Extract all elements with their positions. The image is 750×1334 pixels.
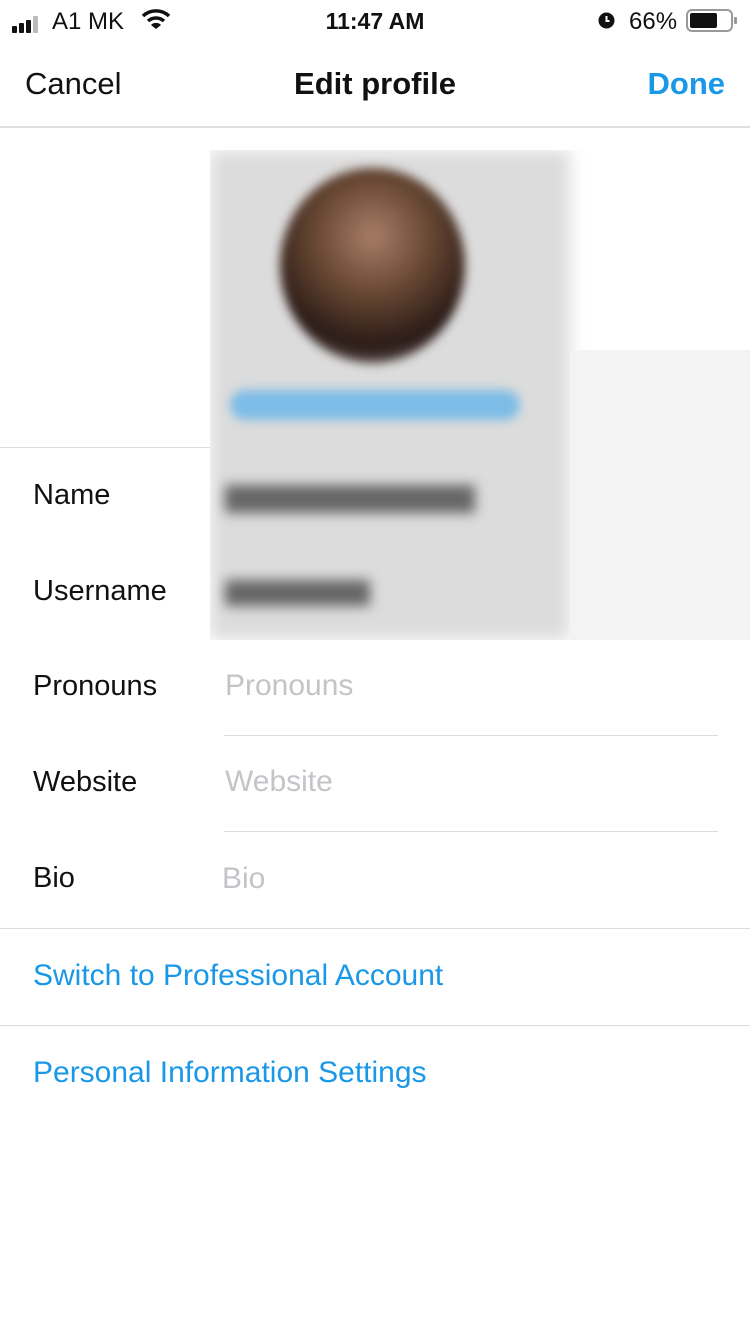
field-label-username: Username [33, 575, 167, 607]
bio-input[interactable]: Bio [222, 862, 716, 896]
field-label-pronouns: Pronouns [33, 670, 158, 702]
field-label-bio: Bio [33, 862, 75, 894]
battery-icon [686, 9, 738, 40]
website-input[interactable]: Website [225, 765, 719, 799]
divider [0, 928, 750, 929]
username-value[interactable] [225, 580, 370, 606]
personal-information-settings-link[interactable]: Personal Information Settings [33, 1056, 427, 1090]
field-label-website: Website [33, 766, 138, 798]
divider [0, 1025, 750, 1026]
change-profile-photo-link[interactable] [230, 390, 520, 420]
field-label-name: Name [33, 479, 111, 511]
battery-percent: 66% [629, 8, 678, 35]
pronouns-input[interactable]: Pronouns [225, 669, 719, 703]
avatar[interactable] [280, 168, 465, 363]
nav-bar: Cancel Edit profile Done [0, 40, 750, 128]
cancel-button[interactable]: Cancel [25, 66, 122, 102]
alarm-icon [596, 9, 617, 37]
status-bar: A1 MK 11:47 AM 66% [0, 0, 750, 40]
redacted-profile-area [210, 150, 750, 640]
name-value[interactable] [225, 485, 475, 513]
done-button[interactable]: Done [648, 66, 726, 102]
switch-to-professional-link[interactable]: Switch to Professional Account [33, 959, 443, 993]
divider [0, 447, 210, 448]
divider [224, 831, 718, 832]
divider [224, 735, 718, 736]
